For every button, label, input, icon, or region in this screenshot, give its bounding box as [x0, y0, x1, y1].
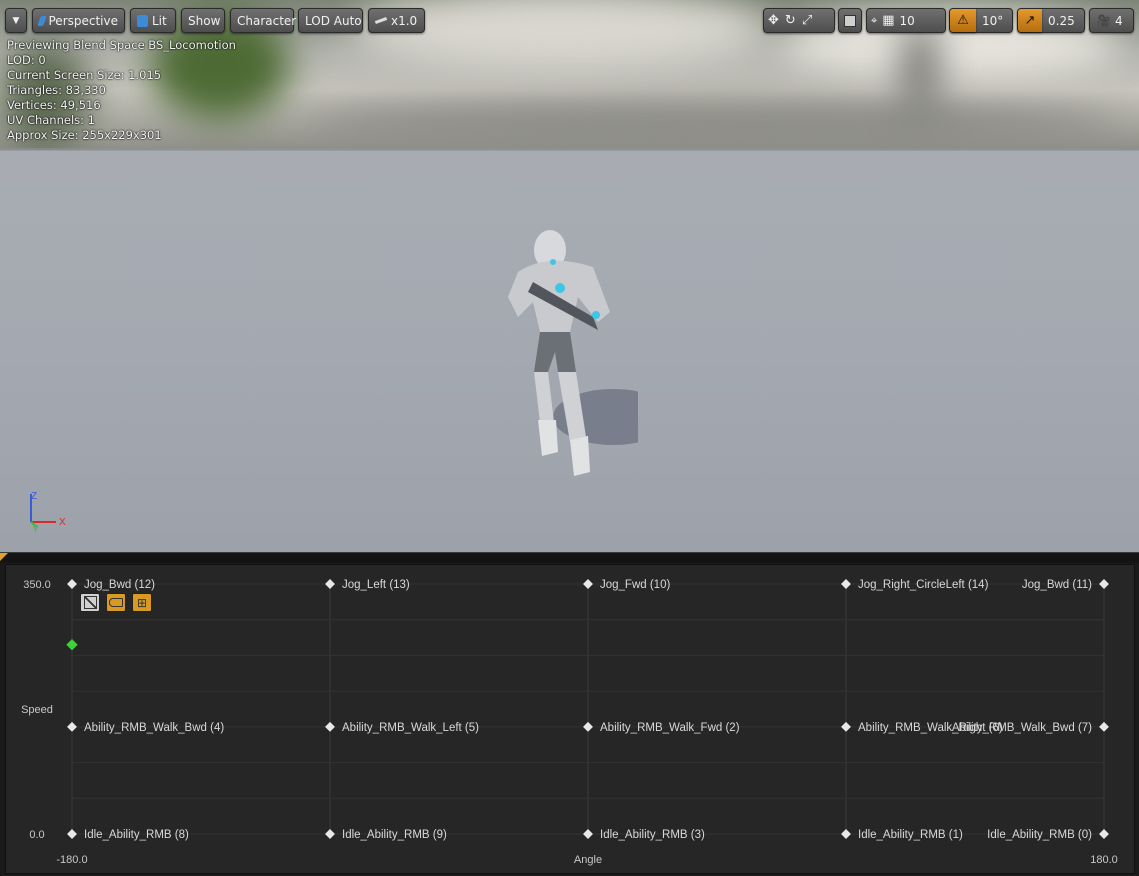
- fit-icon: ⊞: [136, 595, 148, 610]
- lod-button[interactable]: LOD Auto: [298, 8, 363, 33]
- fit-view-toggle[interactable]: ⊞: [132, 593, 152, 612]
- tag-icon: [109, 598, 123, 607]
- triangulation-icon: [83, 596, 97, 609]
- chevron-down-icon: ▼: [12, 15, 20, 26]
- z-axis-label: Z: [31, 491, 37, 502]
- translate-icon[interactable]: ✥: [768, 13, 779, 28]
- lit-mode-icon: [137, 14, 148, 27]
- panel-splitter[interactable]: [0, 552, 1139, 563]
- rotation-snap-toggle[interactable]: ⚠: [950, 9, 976, 32]
- scale-arrow-icon: ↗: [1024, 13, 1036, 28]
- perspective-button[interactable]: Perspective: [32, 8, 125, 33]
- show-button[interactable]: Show: [181, 8, 225, 33]
- preview-viewport[interactable]: ▼ Perspective Lit Show Character LOD Aut…: [0, 0, 1139, 552]
- y-axis-title: Speed: [21, 704, 53, 716]
- stats-approx-size-line: Approx Size: 255x229x301: [7, 128, 162, 142]
- x-axis-title: Angle: [574, 854, 602, 866]
- coordinate-system-button[interactable]: [838, 8, 862, 33]
- scale-snap-value[interactable]: 0.25: [1042, 14, 1081, 28]
- triangulation-toggle[interactable]: [80, 593, 100, 612]
- stats-preview-line: Previewing Blend Space BS_Locomotion: [7, 38, 236, 52]
- sample-label: Ability_RMB_Walk_Left (5): [342, 722, 479, 734]
- sample-label: Idle_Ability_RMB (8): [84, 829, 189, 841]
- camera-icon: 🎥: [1096, 13, 1111, 28]
- stats-uv-channels-line: UV Channels: 1: [7, 113, 95, 127]
- character-mesh[interactable]: [498, 222, 638, 484]
- speed-label: x1.0: [391, 13, 418, 28]
- viewport-options-button[interactable]: ▼: [5, 8, 27, 33]
- sample-label: Idle_Ability_RMB (0): [987, 829, 1092, 841]
- rotation-snap-group: ⚠ 10°: [949, 8, 1013, 33]
- blend-space-editor[interactable]: [5, 564, 1135, 874]
- surface-snap-icon[interactable]: ⌖: [871, 14, 877, 28]
- rotate-icon[interactable]: ↻: [785, 13, 796, 28]
- sample-label: Idle_Ability_RMB (9): [342, 829, 447, 841]
- stats-vertices-line: Vertices: 49,516: [7, 98, 101, 112]
- grid-snap-icon[interactable]: ▦: [882, 13, 894, 28]
- sample-label: Idle_Ability_RMB (1): [858, 829, 963, 841]
- sample-label: Jog_Right_CircleLeft (14): [858, 579, 989, 591]
- playback-speed-button[interactable]: x1.0: [368, 8, 425, 33]
- lit-label: Lit: [152, 13, 167, 28]
- cube-icon: [844, 14, 856, 27]
- perspective-label: Perspective: [48, 13, 119, 28]
- x-axis-label: X: [59, 517, 66, 528]
- x-axis-min-label: -180.0: [56, 854, 87, 866]
- transform-tools-group: ✥ ↻ ⤢: [763, 8, 835, 33]
- scale-snap-group: ↗ 0.25: [1017, 8, 1085, 33]
- x-axis-max-label: 180.0: [1090, 854, 1118, 866]
- show-labels-toggle[interactable]: [106, 593, 126, 612]
- viewport-stats: Previewing Blend Space BS_Locomotion LOD…: [7, 38, 236, 143]
- scale-icon[interactable]: ⤢: [802, 13, 812, 28]
- camera-speed-button[interactable]: 🎥 4: [1089, 8, 1134, 33]
- rotation-snap-value[interactable]: 10°: [976, 14, 1009, 28]
- show-label: Show: [188, 13, 221, 28]
- sample-label: Ability_RMB_Walk_Bwd (7): [952, 722, 1092, 734]
- axis-gizmo: Z X Y: [30, 491, 66, 532]
- sample-label: Jog_Bwd (11): [1022, 579, 1092, 591]
- stats-lod-line: LOD: 0: [7, 53, 46, 67]
- perspective-icon: [37, 15, 47, 26]
- character-label: Character: [237, 13, 297, 28]
- grid-size-value[interactable]: 10: [900, 14, 915, 28]
- speed-icon: [374, 17, 388, 24]
- camera-speed-value: 4: [1114, 13, 1123, 28]
- grid-snap-group: ⌖ ▦ 10: [866, 8, 946, 33]
- floor-horizon: [0, 148, 1139, 151]
- character-button[interactable]: Character: [230, 8, 297, 33]
- sample-label: Jog_Left (13): [342, 579, 410, 591]
- sample-label: Jog_Bwd (12): [84, 579, 155, 591]
- sample-label: Ability_RMB_Walk_Fwd (2): [600, 722, 740, 734]
- lit-button[interactable]: Lit: [130, 8, 176, 33]
- lod-label: LOD Auto: [305, 13, 362, 28]
- y-axis-min-label: 0.0: [29, 829, 44, 841]
- stats-triangles-line: Triangles: 83,330: [7, 83, 106, 97]
- scale-snap-toggle[interactable]: ↗: [1018, 9, 1042, 32]
- angle-icon: ⚠: [957, 13, 969, 28]
- sample-label: Jog_Fwd (10): [600, 579, 670, 591]
- sample-label: Idle_Ability_RMB (3): [600, 829, 705, 841]
- y-axis-max-label: 350.0: [23, 579, 51, 591]
- sample-label: Ability_RMB_Walk_Bwd (4): [84, 722, 224, 734]
- stats-screen-size-line: Current Screen Size: 1.015: [7, 68, 162, 82]
- y-axis-label: Y: [33, 525, 39, 532]
